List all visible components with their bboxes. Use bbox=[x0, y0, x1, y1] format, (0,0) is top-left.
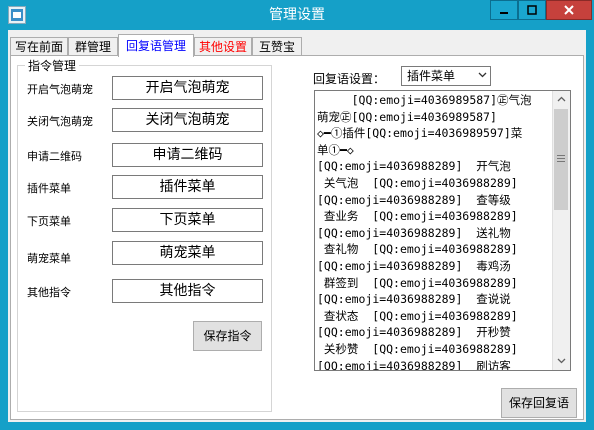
group-title: 指令管理 bbox=[25, 57, 80, 74]
reply-content-scrollbar[interactable] bbox=[552, 91, 570, 370]
reply-setting-label: 回复语设置： bbox=[313, 72, 386, 86]
grip-line bbox=[557, 155, 565, 156]
maximize-button[interactable] bbox=[518, 0, 546, 20]
command-field-other[interactable]: 其他指令 bbox=[112, 279, 263, 303]
command-field-next-menu[interactable]: 下页菜单 bbox=[112, 208, 263, 232]
tab-group-management[interactable]: 群管理 bbox=[68, 37, 118, 56]
close-icon bbox=[564, 5, 574, 15]
scroll-down-button[interactable] bbox=[553, 353, 570, 370]
scrollbar-thumb[interactable] bbox=[554, 109, 568, 210]
grip-line bbox=[557, 161, 565, 162]
minimize-button[interactable] bbox=[490, 0, 518, 20]
save-reply-button[interactable]: 保存回复语 bbox=[501, 388, 577, 418]
command-field-close-bubble[interactable]: 关闭气泡萌宠 bbox=[112, 108, 263, 132]
chevron-up-icon bbox=[557, 96, 566, 102]
command-label-pet-menu: 萌宠菜单 bbox=[27, 252, 71, 265]
command-field-plugin-menu[interactable]: 插件菜单 bbox=[112, 175, 263, 199]
window-client-area: 写在前面 群管理 回复语管理 其他设置 互赞宝 指令管理 开启气泡萌宠 开启气泡… bbox=[8, 30, 586, 422]
tab-reply-management[interactable]: 回复语管理 bbox=[118, 34, 194, 57]
chevron-down-icon bbox=[478, 72, 487, 78]
maximize-icon bbox=[527, 5, 537, 15]
minimize-icon bbox=[500, 12, 508, 14]
command-field-qrcode[interactable]: 申请二维码 bbox=[112, 143, 263, 167]
command-label-next-menu: 下页菜单 bbox=[27, 215, 71, 228]
save-commands-button[interactable]: 保存指令 bbox=[193, 321, 262, 351]
command-field-open-bubble[interactable]: 开启气泡萌宠 bbox=[112, 76, 263, 100]
scroll-up-button[interactable] bbox=[553, 91, 570, 108]
command-label-close-bubble: 关闭气泡萌宠 bbox=[27, 115, 93, 128]
command-field-pet-menu[interactable]: 萌宠菜单 bbox=[112, 241, 263, 265]
reply-setting-selected: 插件菜单 bbox=[407, 69, 456, 83]
command-label-plugin-menu: 插件菜单 bbox=[27, 182, 71, 195]
tab-mutual-like[interactable]: 互赞宝 bbox=[252, 37, 302, 56]
command-label-open-bubble: 开启气泡萌宠 bbox=[27, 83, 93, 96]
app-window: 管理设置 写在前面 群管理 回复语管理 其他设置 互赞宝 指令管理 开启气泡萌宠… bbox=[0, 0, 594, 430]
close-button[interactable] bbox=[546, 0, 592, 20]
tab-other-settings[interactable]: 其他设置 bbox=[194, 37, 252, 56]
title-bar[interactable]: 管理设置 bbox=[0, 0, 594, 28]
reply-content-textarea[interactable]: [QQ:emoji=4036989587]㊣气泡 萌宠㊣[QQ:emoji=40… bbox=[314, 90, 571, 371]
reply-setting-select[interactable]: 插件菜单 bbox=[401, 66, 491, 86]
chevron-down-icon bbox=[557, 358, 566, 364]
command-label-other: 其他指令 bbox=[27, 286, 71, 299]
tab-intro[interactable]: 写在前面 bbox=[10, 37, 68, 56]
command-label-qrcode: 申请二维码 bbox=[27, 150, 82, 163]
grip-line bbox=[557, 158, 565, 159]
reply-content-text: [QQ:emoji=4036989587]㊣气泡 萌宠㊣[QQ:emoji=40… bbox=[317, 93, 532, 370]
